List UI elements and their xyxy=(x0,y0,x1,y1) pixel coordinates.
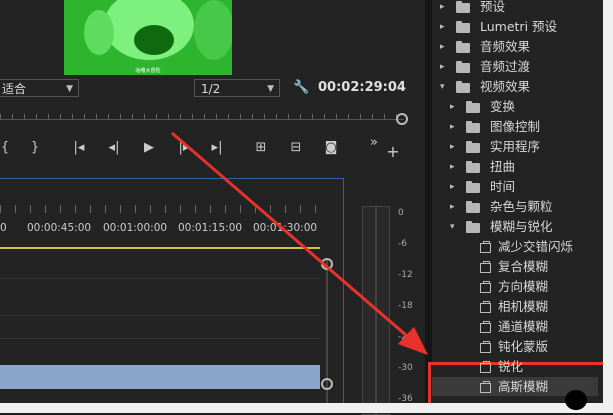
folder-icon xyxy=(456,41,470,53)
arrow-shaft xyxy=(171,131,415,344)
effects-folder-item[interactable]: Lumetri 预设 xyxy=(480,17,557,37)
chevron-right-icon[interactable]: ▸ xyxy=(440,42,445,52)
effects-folder-item[interactable]: 图像控制 xyxy=(490,117,540,137)
chevron-right-icon[interactable]: ▸ xyxy=(450,182,455,192)
effect-item[interactable]: 方向模糊 xyxy=(498,277,548,297)
effects-folder-item[interactable]: 扭曲 xyxy=(490,157,515,177)
effect-icon xyxy=(480,341,491,353)
effect-item[interactable]: 复合模糊 xyxy=(498,257,548,277)
chevron-right-icon[interactable]: ▸ xyxy=(450,142,455,152)
screenshot-frame-bottom xyxy=(0,403,613,413)
folder-icon xyxy=(466,121,480,133)
effect-item[interactable]: 相机模糊 xyxy=(498,297,548,317)
effect-item[interactable]: 高斯模糊 xyxy=(498,377,548,397)
chevron-right-icon[interactable]: ▸ xyxy=(450,202,455,212)
folder-icon xyxy=(466,181,480,193)
effects-folder-item[interactable]: 音频效果 xyxy=(480,37,530,57)
effect-item[interactable]: 锐化 xyxy=(498,357,523,377)
effect-icon xyxy=(480,281,491,293)
mouse-cursor-icon xyxy=(565,390,587,410)
effect-item[interactable]: 钝化蒙版 xyxy=(498,337,548,357)
effects-folder-item[interactable]: 时间 xyxy=(490,177,515,197)
chevron-down-icon[interactable]: ▾ xyxy=(450,222,455,232)
folder-icon xyxy=(466,161,480,173)
effect-item[interactable]: 通道模糊 xyxy=(498,317,548,337)
chevron-right-icon[interactable]: ▸ xyxy=(440,2,445,12)
chevron-right-icon[interactable]: ▸ xyxy=(450,102,455,112)
effect-item[interactable]: 减少交错闪烁 xyxy=(498,237,573,257)
folder-icon xyxy=(466,141,480,153)
effect-icon xyxy=(480,301,491,313)
effect-icon xyxy=(480,361,491,373)
chevron-down-icon[interactable]: ▾ xyxy=(440,82,445,92)
chevron-right-icon[interactable]: ▸ xyxy=(450,162,455,172)
effects-folder-item[interactable]: 变换 xyxy=(490,97,515,117)
chevron-right-icon[interactable]: ▸ xyxy=(440,22,445,32)
effects-folder-item[interactable]: 音频过渡 xyxy=(480,57,530,77)
folder-icon xyxy=(456,61,470,73)
folder-icon xyxy=(456,1,470,13)
folder-icon xyxy=(466,101,480,113)
effect-icon xyxy=(480,381,491,393)
effects-folder-item[interactable]: 视频效果 xyxy=(480,77,530,97)
effect-icon xyxy=(480,321,491,333)
effects-folder-item[interactable]: 实用程序 xyxy=(490,137,540,157)
effects-folder-item[interactable]: 模糊与锐化 xyxy=(490,217,553,237)
effects-folder-item[interactable]: 预设 xyxy=(480,0,505,17)
effects-folder-item[interactable]: 杂色与颗粒 xyxy=(490,197,553,217)
screenshot-frame-right xyxy=(603,0,613,413)
effect-icon xyxy=(480,261,491,273)
preset-folder-icon xyxy=(456,21,470,33)
folder-icon xyxy=(466,201,480,213)
chevron-right-icon[interactable]: ▸ xyxy=(440,62,445,72)
effect-icon xyxy=(480,241,491,253)
folder-icon xyxy=(456,81,470,93)
folder-icon xyxy=(466,221,480,233)
chevron-right-icon[interactable]: ▸ xyxy=(450,122,455,132)
